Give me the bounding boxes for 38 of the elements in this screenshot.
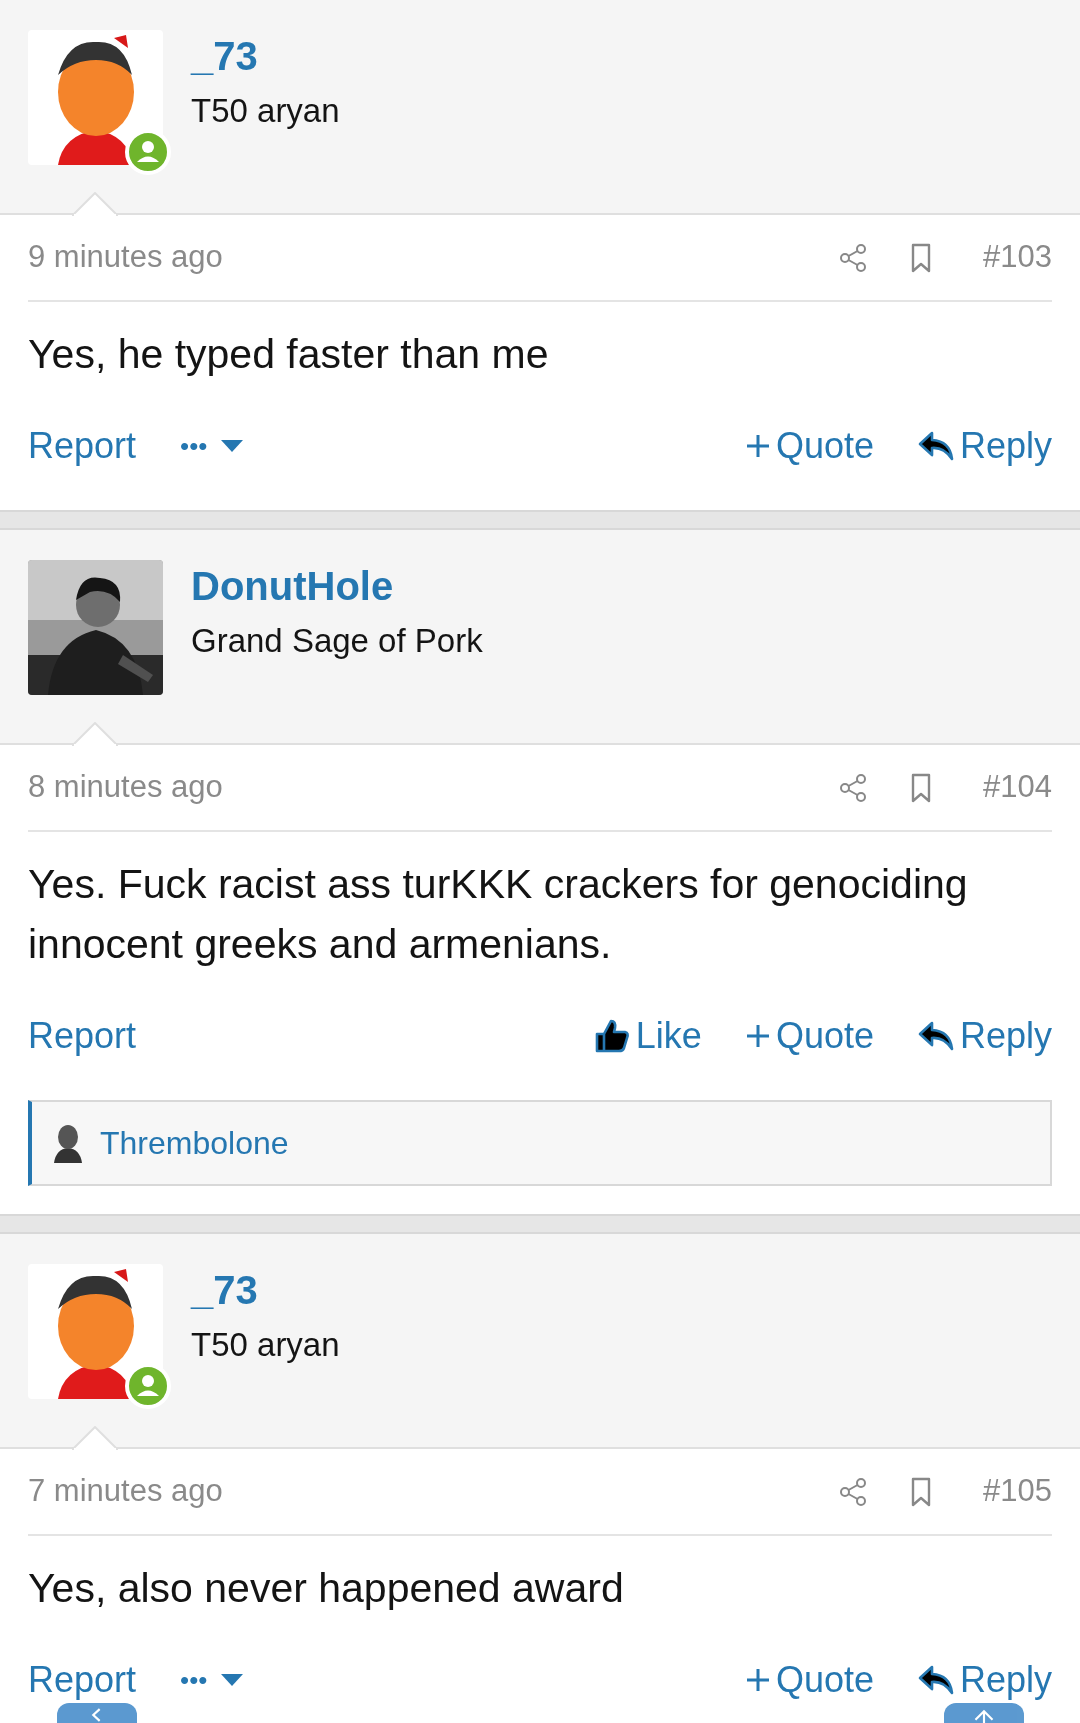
username-link[interactable]: _73 [191,32,340,80]
like-link[interactable]: Like [593,1018,702,1054]
plus-icon [745,1668,770,1692]
username-link[interactable]: DonutHole [191,562,483,610]
post-number[interactable]: #103 [983,234,1052,281]
plus-icon [745,1024,770,1048]
report-link[interactable]: Report [28,1018,137,1054]
post-number[interactable]: #105 [983,1468,1052,1515]
username-link[interactable]: _73 [191,1266,340,1314]
reply-arrow-icon [917,1020,954,1052]
reply-link[interactable]: Reply [917,1662,1052,1698]
post-time[interactable]: 9 minutes ago [28,234,223,281]
quote-link[interactable]: Quote [745,428,874,464]
report-link[interactable]: Report [28,428,137,464]
post-message: Yes. Fuck racist ass turKKK crackers for genociding innocent greeks and armenians. [28,860,969,969]
reply-arrow-icon [917,430,954,462]
plus-icon [745,434,770,458]
post-message: Yes, he typed faster than me [28,330,550,379]
reply-arrow-icon [917,1664,954,1696]
arrow-up-icon [972,1707,996,1723]
post-number[interactable]: #104 [983,764,1052,811]
user-title: T50 aryan [191,1325,340,1365]
user-title: Grand Sage of Pork [191,621,483,661]
caret-icon [221,1674,244,1686]
caret-icon [221,440,244,452]
post-time[interactable]: 8 minutes ago [28,764,223,811]
quote-link[interactable]: Quote [745,1018,874,1054]
reply-link[interactable]: Reply [917,1018,1052,1054]
more-menu[interactable]: ••• [180,433,244,459]
post-time[interactable]: 7 minutes ago [28,1468,223,1515]
more-menu[interactable]: ••• [180,1667,244,1693]
post-message: Yes, also never happened award [28,1564,625,1613]
report-link[interactable]: Report [28,1662,137,1698]
reply-link[interactable]: Reply [917,428,1052,464]
thumbs-up-icon [593,1018,630,1054]
quote-link[interactable]: Quote [745,1662,874,1698]
reaction-user-link[interactable]: Thrembolone [100,1119,289,1167]
user-title: T50 aryan [191,91,340,131]
